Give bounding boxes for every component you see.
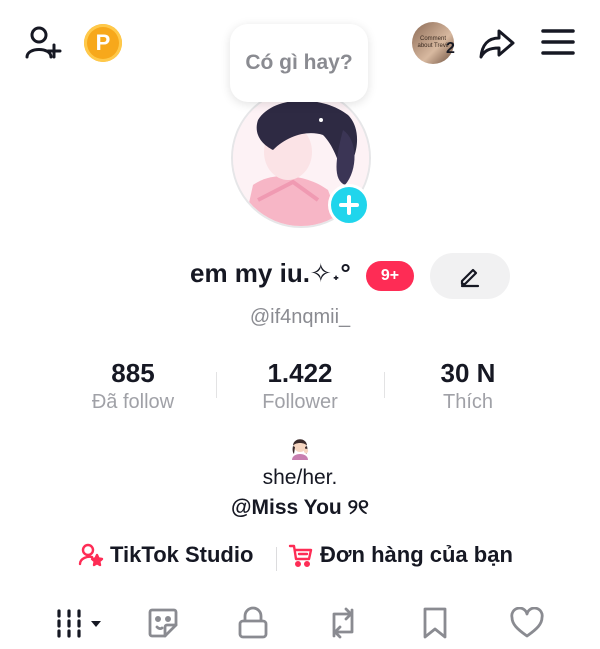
add-avatar-button[interactable] [328, 184, 370, 226]
followers-count: 1.422 [267, 358, 333, 388]
tab-liked[interactable] [504, 600, 550, 646]
add-friend-icon [25, 26, 62, 59]
orders-link[interactable]: Đơn hàng của bạn [288, 542, 513, 568]
tab-reposts[interactable] [320, 600, 366, 646]
creator-star-icon [78, 543, 104, 567]
tab-private[interactable] [230, 600, 276, 646]
tab-videos[interactable] [54, 600, 106, 646]
tab-stickers[interactable] [140, 600, 186, 646]
followers-label: Follower [262, 391, 338, 413]
tab-favorites[interactable] [412, 600, 458, 646]
sticker-icon [148, 608, 178, 638]
cart-icon [288, 544, 313, 568]
story-count: 2 [446, 40, 455, 57]
bio-emoji [286, 434, 314, 462]
likes-stat[interactable]: 30 N Thích [383, 358, 553, 414]
profile-handle: @if4nqmii_ [249, 306, 351, 328]
links-divider [276, 547, 277, 571]
tiktok-studio-label: TikTok Studio [110, 542, 254, 567]
lock-icon [238, 606, 268, 639]
edit-icon [460, 268, 480, 288]
likes-count: 30 N [440, 358, 496, 388]
whats-new-tooltip[interactable]: Có gì hay? [230, 24, 368, 102]
coin-icon[interactable]: P [84, 24, 122, 62]
bio-mention-link[interactable]: @Miss You ୨୧ [0, 496, 600, 520]
plus-icon [339, 195, 359, 215]
edit-profile-button[interactable] [430, 253, 510, 299]
share-icon [479, 29, 515, 59]
share-button[interactable] [474, 20, 520, 66]
orders-label: Đơn hàng của bạn [320, 542, 513, 567]
heart-icon [510, 607, 544, 638]
followers-stat[interactable]: 1.422 Follower [215, 358, 385, 414]
menu-icon [541, 29, 575, 55]
coin-letter: P [95, 30, 111, 55]
add-friend-button[interactable] [22, 22, 64, 64]
notification-badge[interactable]: 9+ [366, 261, 414, 291]
tiktok-studio-link[interactable]: TikTok Studio [78, 542, 253, 568]
following-label: Đã follow [91, 391, 175, 413]
grid-icon [57, 609, 101, 638]
bookmark-icon [423, 607, 447, 639]
tooltip-text: Có gì hay? [245, 51, 353, 75]
following-count: 885 [111, 358, 155, 388]
profile-name: em my iu.✧˖° [190, 258, 351, 288]
menu-button[interactable] [536, 20, 580, 64]
repost-icon [332, 607, 354, 639]
following-stat[interactable]: 885 Đã follow [48, 358, 218, 414]
bio-text: she/her. [262, 466, 338, 489]
likes-label: Thích [442, 391, 494, 413]
